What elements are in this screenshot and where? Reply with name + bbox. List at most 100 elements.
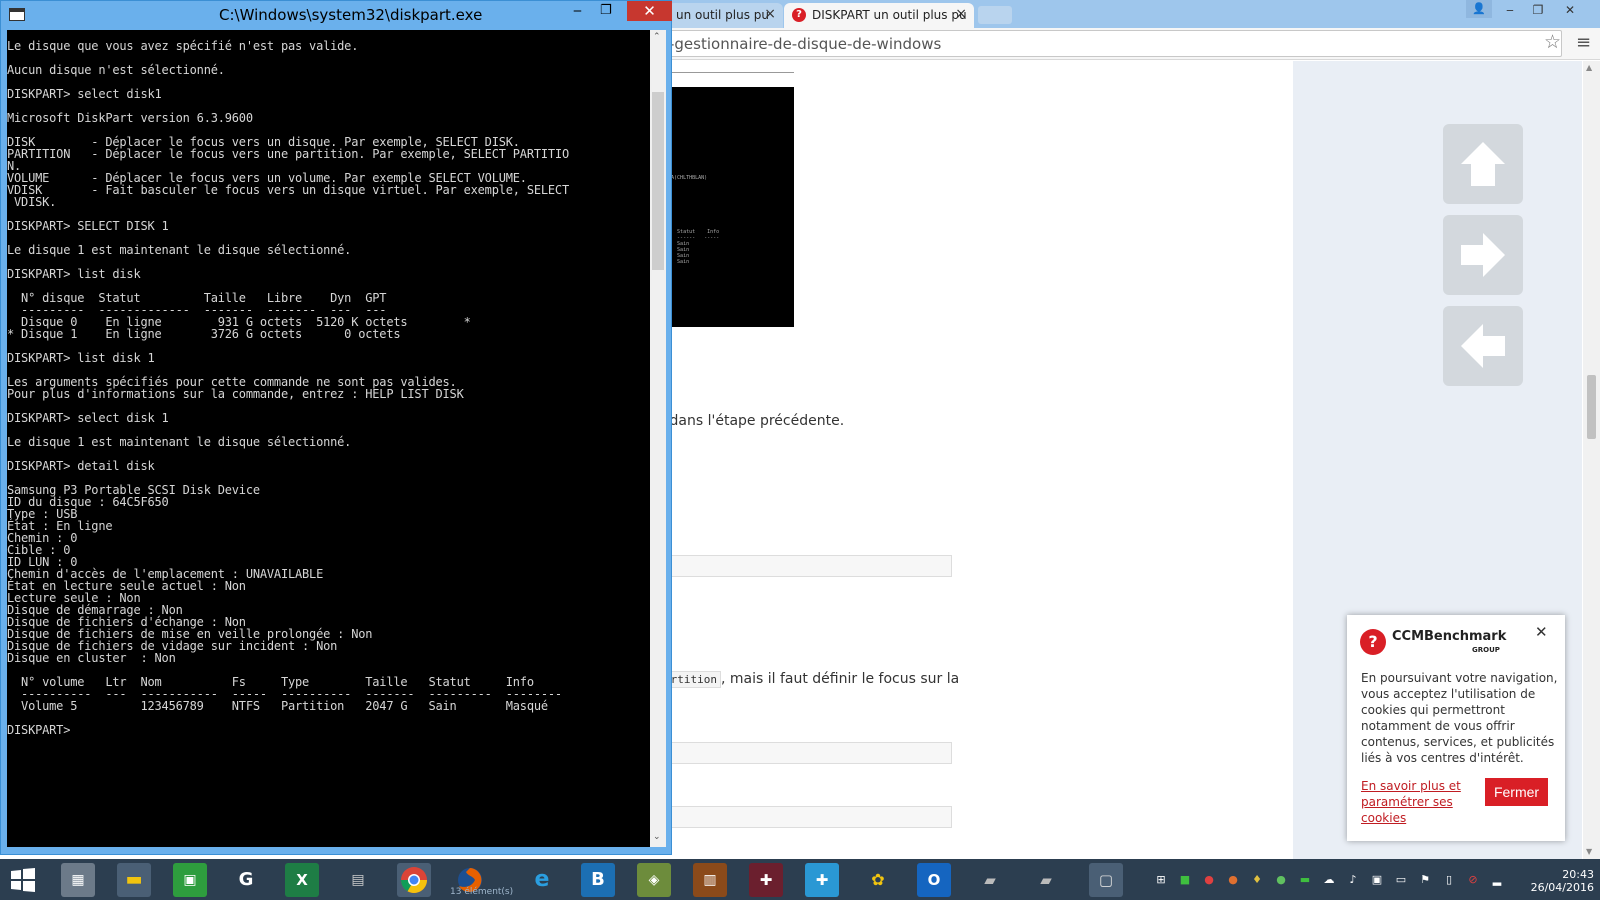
console-scrollbar[interactable]: ⌃ ⌄ [650, 30, 666, 847]
console-line: DISKPART> list disk [7, 267, 141, 281]
power-icon[interactable]: ⊘ [1466, 873, 1480, 887]
console-screenshot-image: etstsetsets BATA(CHLTHBLAN) lle Statut I… [660, 87, 794, 327]
console-line: DISKPART> SELECT DISK 1 [7, 219, 169, 233]
console-line: Pour plus d'informations sur la commande… [7, 387, 464, 401]
windows-logo-icon [11, 868, 35, 892]
url-text: -gestionnaire-de-disque-de-windows [669, 35, 942, 53]
tab-diskpart[interactable]: ? DISKPART un outil plus pu × [784, 3, 974, 28]
close-icon[interactable]: × [955, 6, 967, 22]
start-button[interactable] [6, 863, 40, 897]
console-line: Le disque que vous avez spécifié n'est p… [7, 39, 359, 53]
maximize-button[interactable]: ❐ [1524, 0, 1552, 20]
cookie-brand: CCMBenchmark [1392, 629, 1507, 644]
close-icon[interactable]: × [764, 6, 776, 22]
addon-icon[interactable]: ✚ [805, 863, 839, 897]
profile-icon[interactable]: 👤 [1466, 0, 1492, 18]
close-window-button[interactable]: ✕ [1556, 0, 1584, 20]
tray-app-icon[interactable]: ■ [1178, 873, 1192, 887]
calculator-icon[interactable]: ▦ [61, 863, 95, 897]
console-line: Chemin : 0 [7, 531, 78, 545]
tray-app-icon[interactable]: ● [1274, 873, 1288, 887]
scroll-down-arrow-icon[interactable]: ⌄ [653, 832, 661, 842]
article-text: - dans l'étape précédente. [660, 413, 845, 429]
console-line: DISKPART> select disk1 [7, 87, 162, 101]
console-line: ID du disque : 64C5F650 [7, 495, 169, 509]
network-icon[interactable]: ▤ [341, 863, 375, 897]
bookmark-star-icon[interactable]: ☆ [1544, 31, 1561, 53]
chrome-icon[interactable] [397, 863, 431, 897]
taskbar: ▦ ▬ ▣ G X ▤ 13 élément(s) e B ◈ ▥ ✚ ✚ ✿ … [0, 859, 1600, 900]
scroll-up-button[interactable] [1443, 124, 1523, 204]
close-cookie-button[interactable]: Fermer [1485, 778, 1548, 806]
console-line: Microsoft DiskPart version 6.3.9600 [7, 111, 253, 125]
game-icon[interactable]: ◈ [637, 863, 671, 897]
new-tab-button[interactable] [978, 6, 1012, 24]
console-app-icon[interactable] [9, 8, 25, 21]
explorer-item-count: 13 élément(s) [450, 887, 514, 897]
console-text: Le disque que vous avez spécifié n'est p… [7, 30, 650, 736]
volume-icon[interactable]: ♪ [1346, 873, 1360, 887]
tray-app-icon[interactable]: ▣ [1370, 873, 1384, 887]
puzzle-icon[interactable]: ✚ [749, 863, 783, 897]
previous-button[interactable] [1443, 306, 1523, 386]
google-icon[interactable]: G [229, 863, 263, 897]
console-line: VDISK. [7, 195, 57, 209]
sticky-note-icon[interactable]: ✿ [861, 863, 895, 897]
menu-icon[interactable]: ≡ [1576, 32, 1591, 53]
cookie-settings-link[interactable]: En savoir plus et paramétrer ses cookies [1361, 778, 1471, 826]
cookie-brand-group: GROUP [1472, 646, 1500, 654]
code-block [660, 742, 952, 764]
minimize-button[interactable]: ‒ [573, 3, 582, 19]
scroll-up-arrow-icon[interactable]: ⌃ [653, 32, 661, 42]
console-line: Cible : 0 [7, 543, 71, 557]
maximize-button[interactable]: ❐ [600, 3, 612, 18]
console-line: Le disque 1 est maintenant le disque sél… [7, 435, 352, 449]
console-line: Volume 5 123456789 NTFS Partition 2047 G… [7, 699, 548, 713]
bitdefender-icon[interactable]: B [581, 863, 615, 897]
scroll-down-arrow-icon[interactable]: ▼ [1586, 847, 1592, 856]
file-explorer-icon[interactable]: ▬ [117, 863, 151, 897]
windows-icon[interactable]: ⊞ [1154, 873, 1168, 887]
excel-icon[interactable]: X [285, 863, 319, 897]
signal-icon[interactable]: ▂ [1490, 873, 1504, 887]
printer-icon[interactable]: ▰ [1029, 863, 1063, 897]
onedrive-icon[interactable]: ☁ [1322, 873, 1336, 887]
next-button[interactable] [1443, 215, 1523, 295]
arrow-left-icon [1461, 324, 1505, 368]
tray-app-icon[interactable]: ▭ [1394, 873, 1408, 887]
tab-label: un outil plus pu [676, 8, 770, 22]
tray-app-icon[interactable]: ▯ [1442, 873, 1456, 887]
tray-app-icon[interactable]: ● [1202, 873, 1216, 887]
clock[interactable]: 20:43 26/04/2016 [1530, 868, 1594, 894]
window-app-icon[interactable]: ▢ [1089, 863, 1123, 897]
console-line: PARTITION - Déplacer le focus vers une p… [7, 147, 569, 161]
minimize-button[interactable]: ‒ [1496, 0, 1524, 20]
outlook-icon[interactable]: O [917, 863, 951, 897]
scroll-up-arrow-icon[interactable]: ▲ [1586, 63, 1592, 72]
tray-app-icon[interactable]: ▬ [1298, 873, 1312, 887]
console-line: Le disque 1 est maintenant le disque sél… [7, 243, 352, 257]
clock-date: 26/04/2016 [1530, 881, 1594, 894]
scroll-thumb[interactable] [1587, 375, 1596, 439]
store-icon[interactable]: ▣ [173, 863, 207, 897]
internet-explorer-icon[interactable]: e [525, 863, 559, 897]
console-line: DISKPART> detail disk [7, 459, 155, 473]
console-titlebar[interactable]: C:\Windows\system32\diskpart.exe ‒ ❐ ✕ [1, 1, 672, 29]
scanner-icon[interactable]: ▰ [973, 863, 1007, 897]
address-bar[interactable]: -gestionnaire-de-disque-de-windows [660, 30, 1562, 57]
tray-app-icon[interactable]: ♦ [1250, 873, 1264, 887]
console-line: Aucun disque n'est sélectionné. [7, 63, 225, 77]
console-output[interactable]: Le disque que vous avez spécifié n'est p… [7, 30, 650, 847]
arrow-up-icon [1461, 142, 1505, 186]
app-icon[interactable]: ▥ [693, 863, 727, 897]
close-icon[interactable]: ✕ [1535, 623, 1548, 641]
console-title: C:\Windows\system32\diskpart.exe [219, 6, 483, 24]
flag-icon[interactable]: ⚑ [1418, 873, 1432, 887]
scroll-thumb[interactable] [652, 92, 664, 270]
page-scrollbar[interactable]: ▲ ▼ [1583, 61, 1600, 859]
console-line: État : En ligne [7, 519, 113, 533]
tray-app-icon[interactable]: ● [1226, 873, 1240, 887]
ccm-favicon-icon: ? [792, 8, 806, 22]
close-button[interactable]: ✕ [627, 1, 672, 21]
tab-previous[interactable]: un outil plus pu × [668, 3, 783, 28]
